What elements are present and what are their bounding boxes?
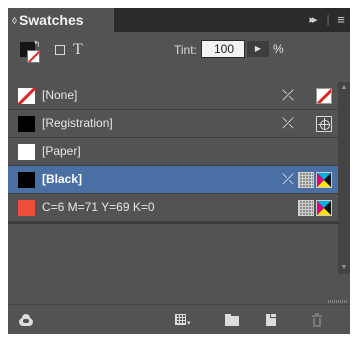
swatch-toolbar: ↰ T Tint: 100 ▶ % <box>8 32 350 82</box>
swatch-list-empty-area <box>8 224 338 274</box>
swatch-name: [Registration] <box>42 116 113 130</box>
swatch-list: [None] ⤫ [Registration] ⤫ [Paper] [Black… <box>8 82 338 274</box>
swatch-chip-registration <box>18 116 35 132</box>
process-color-icon <box>298 200 314 216</box>
swatch-chip-paper <box>18 144 35 160</box>
swatch-name: C=6 M=71 Y=69 K=0 <box>42 200 155 214</box>
cmyk-mode-icon <box>316 172 332 188</box>
panel-menu-icon[interactable]: ≡ <box>332 8 350 32</box>
tint-label: Tint: <box>174 43 197 57</box>
swatch-bottom-bar: ▾ <box>8 304 350 334</box>
cmyk-mode-icon <box>316 200 332 216</box>
tint-slider-button[interactable]: ▶ <box>247 41 269 57</box>
swatches-panel: ◊ Swatches ▸▸ | ≡ ↰ T Tint: 100 ▶ % [None… <box>8 8 350 334</box>
swatch-name: [Paper] <box>42 144 81 158</box>
formatting-affects-text-icon[interactable]: T <box>73 40 83 60</box>
stroke-swatch-icon[interactable] <box>27 50 40 63</box>
show-swatch-kinds-icon[interactable]: ▾ <box>173 312 191 328</box>
none-color-type-icon <box>316 88 332 104</box>
swatches-tab[interactable]: ◊ Swatches <box>8 8 114 32</box>
fill-stroke-icon[interactable]: ↰ <box>18 39 42 64</box>
tab-collapse-arrows-icon[interactable]: ◊ <box>12 16 17 27</box>
swap-fill-stroke-icon[interactable]: ↰ <box>33 39 41 50</box>
chevron-down-icon: ▾ <box>187 320 191 327</box>
swatch-name: [Black] <box>42 172 83 186</box>
swatch-row-paper[interactable]: [Paper] <box>8 138 338 166</box>
scroll-down-arrow-icon[interactable]: ▼ <box>340 264 348 272</box>
swatch-chip-none <box>18 88 35 104</box>
cc-libraries-icon[interactable] <box>18 312 34 328</box>
swatch-chip-red <box>18 200 35 216</box>
swatch-chip-black <box>18 172 35 188</box>
swatch-name: [None] <box>42 88 78 102</box>
tint-input[interactable]: 100 <box>201 40 245 58</box>
panel-resize-grip[interactable] <box>328 300 348 303</box>
no-edit-icon: ⤫ <box>281 87 294 104</box>
formatting-affects-container-icon[interactable] <box>55 45 65 55</box>
process-color-icon <box>298 172 314 188</box>
panel-title: Swatches <box>18 12 84 28</box>
tab-separator: | <box>326 14 330 26</box>
new-color-group-icon[interactable] <box>224 312 240 328</box>
registration-mark-icon <box>316 116 332 132</box>
swatch-row-none[interactable]: [None] ⤫ <box>8 82 338 110</box>
scroll-up-arrow-icon[interactable]: ▲ <box>340 84 348 92</box>
expand-panel-icon[interactable]: ▸▸ <box>302 8 322 32</box>
new-swatch-icon[interactable] <box>263 312 279 328</box>
swatch-row-black[interactable]: [Black] ⤫ <box>8 166 338 194</box>
swatch-row-cmyk-red[interactable]: C=6 M=71 Y=69 K=0 <box>8 194 338 222</box>
swatch-list-scrollbar[interactable]: ▲ ▼ <box>338 82 350 274</box>
tint-percent-label: % <box>273 42 284 56</box>
panel-tab-bar: ◊ Swatches ▸▸ | ≡ <box>8 8 350 32</box>
delete-swatch-icon[interactable] <box>309 312 325 328</box>
swatch-row-registration[interactable]: [Registration] ⤫ <box>8 110 338 138</box>
no-edit-icon: ⤫ <box>281 115 294 132</box>
no-edit-icon: ⤫ <box>281 171 294 188</box>
